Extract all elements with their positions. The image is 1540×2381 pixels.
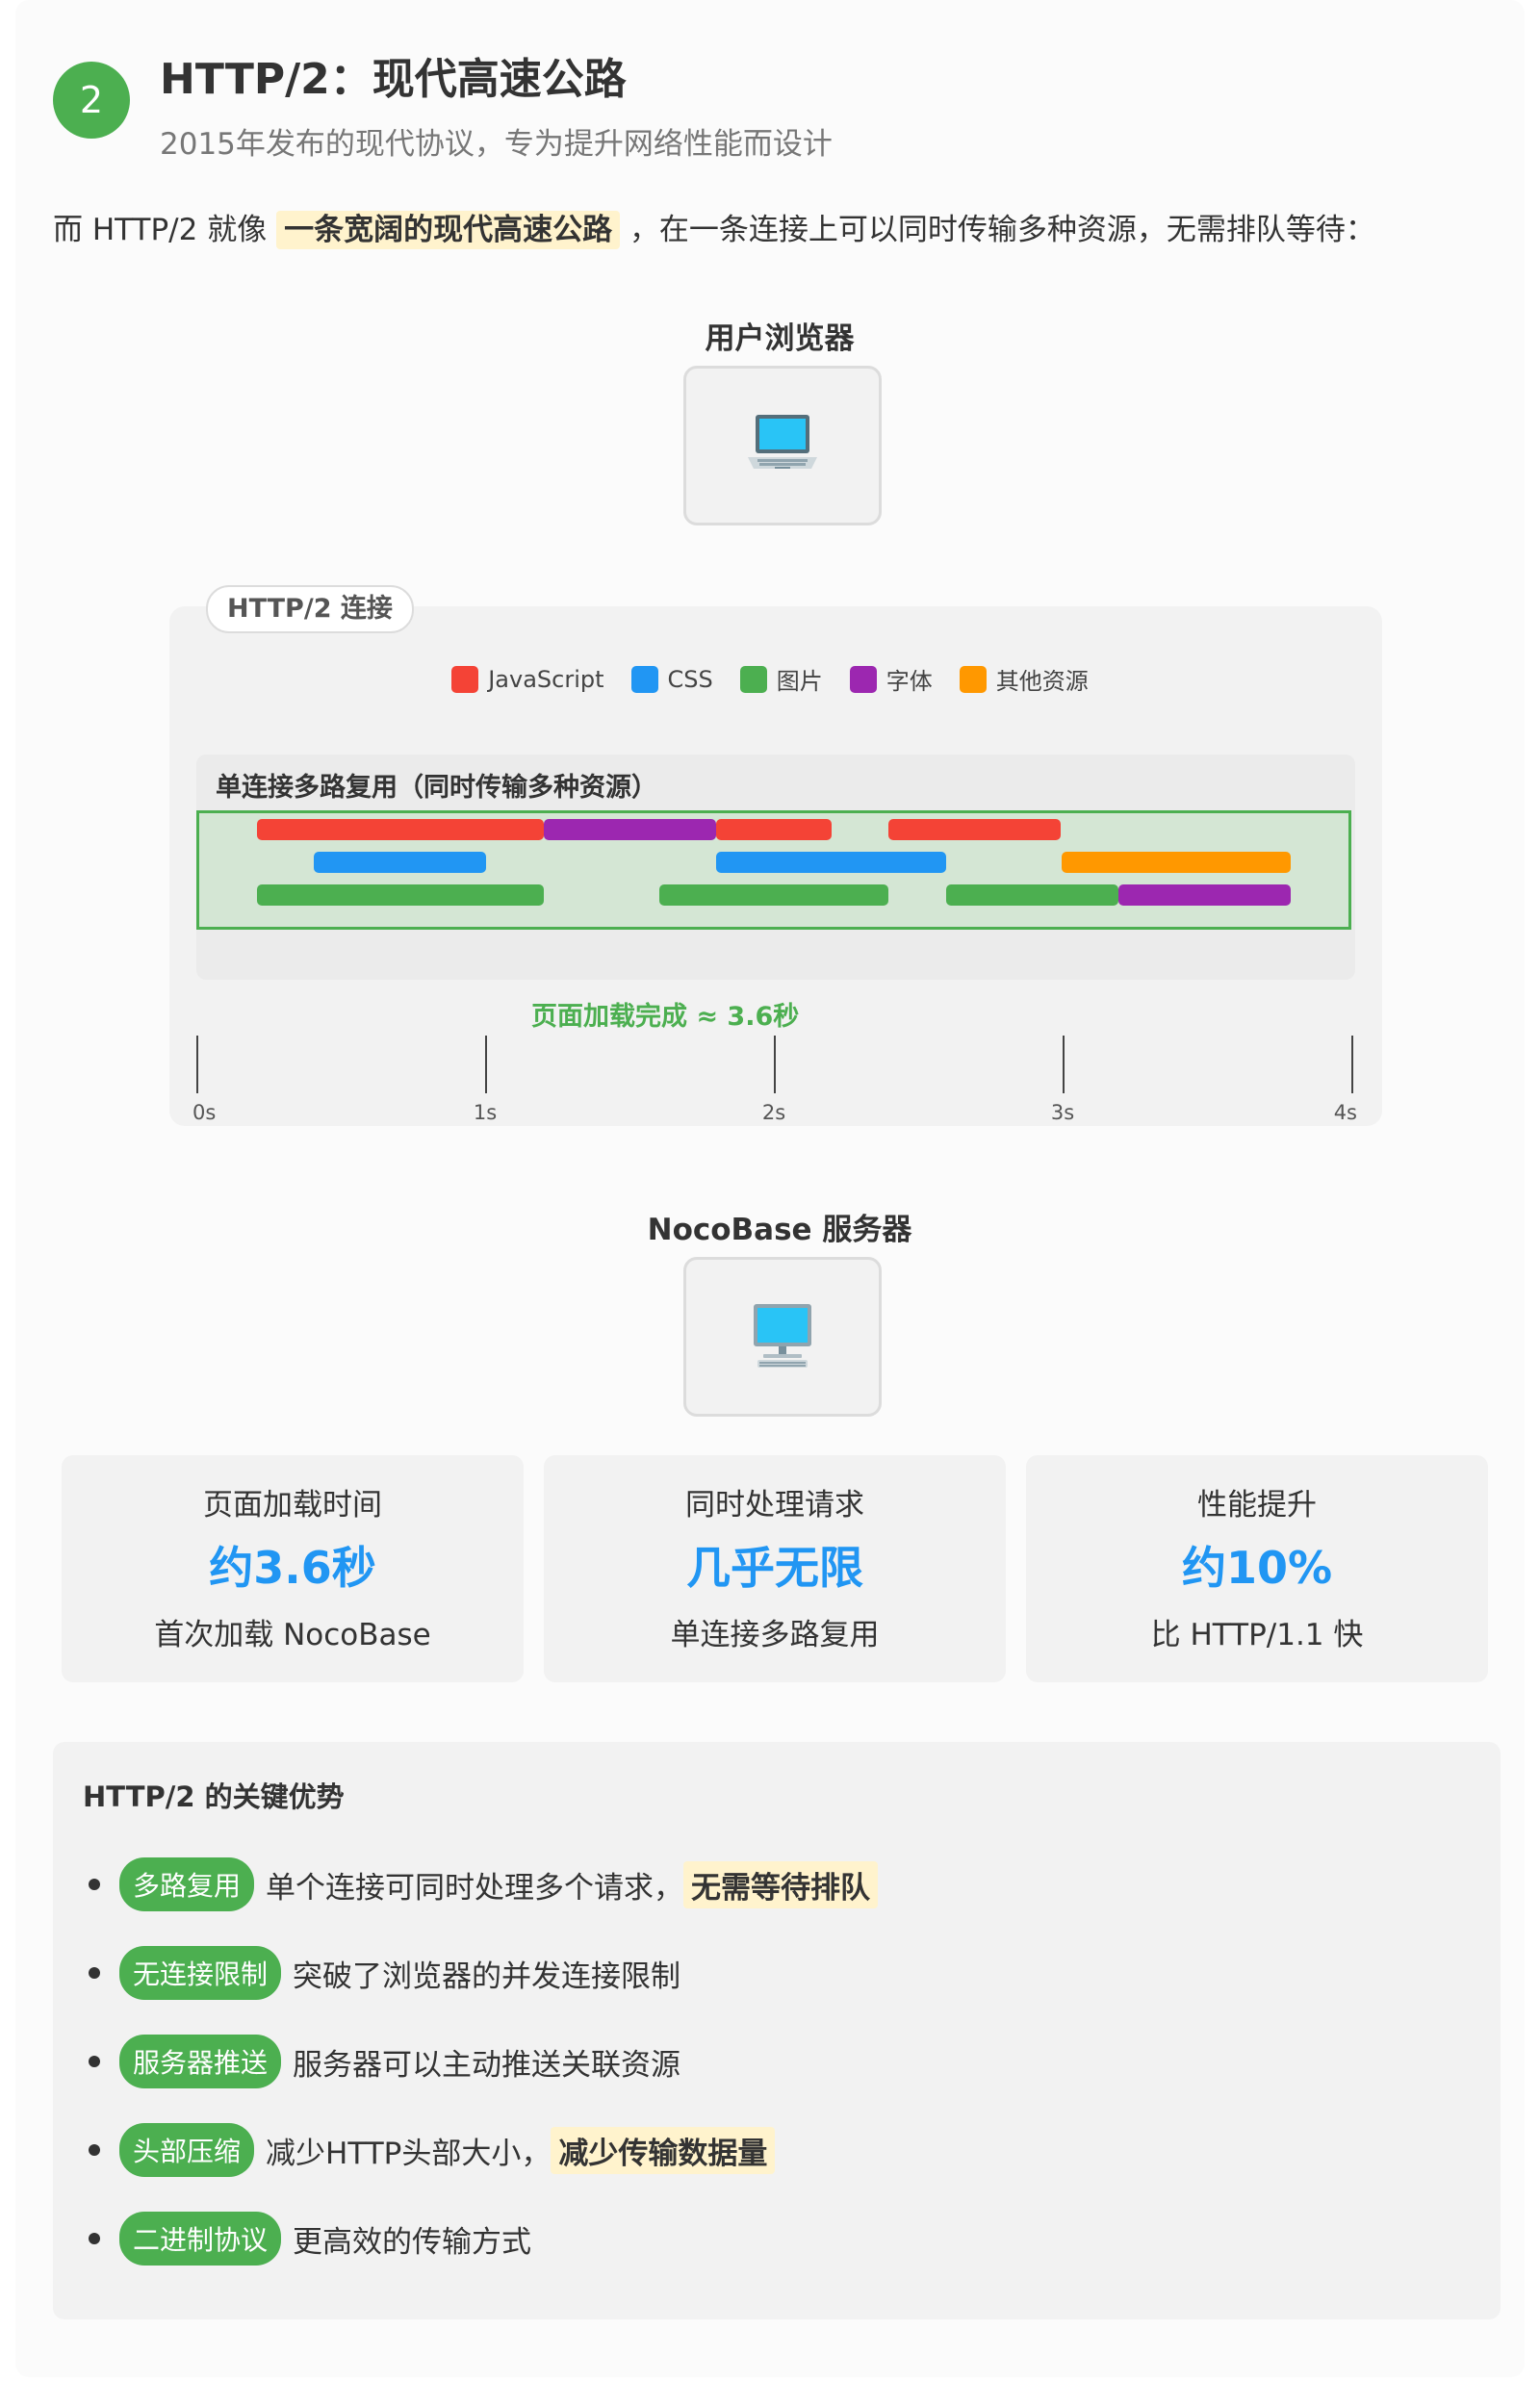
advantage-item: 服务器推送 服务器可以主动推送关联资源	[89, 2033, 680, 2090]
stat-value: 约10%	[1181, 1542, 1333, 1594]
advantage-text: 更高效的传输方式	[293, 2224, 532, 2260]
axis-tick-label: 2s	[761, 1101, 786, 1124]
legend-label: 字体	[886, 668, 933, 695]
axis-tick-label: 3s	[1050, 1101, 1075, 1124]
stat-label: 页面加载时间	[203, 1488, 382, 1523]
intro-highlight: 一条宽阔的现代高速公路	[276, 211, 621, 249]
legend-item: 图片	[739, 662, 823, 696]
timeline-bar-JavaScript	[716, 819, 832, 840]
server-label: NocoBase 服务器	[647, 1213, 912, 1247]
legend-item: JavaScript	[451, 662, 604, 696]
advantage-item: 多路复用 单个连接可同时处理多个请求， 无需等待排队	[89, 1856, 879, 1913]
client-label: 用户浏览器	[705, 321, 855, 356]
stat-value: 几乎无限	[686, 1542, 863, 1594]
bullet	[89, 2233, 100, 2244]
advantage-item: 头部压缩 减少HTTP头部大小， 减少传输数据量	[89, 2121, 776, 2179]
legend-item: 其他资源	[959, 662, 1089, 696]
client-device-box	[683, 366, 882, 525]
timeline-bar-字体	[1118, 884, 1292, 906]
axis-tick-label: 0s	[192, 1101, 217, 1124]
axis-tick-label: 4s	[1333, 1101, 1357, 1124]
legend-swatch	[959, 665, 987, 693]
timeline-bar-CSS	[716, 852, 947, 873]
stat-desc: 比 HTTP/1.1 快	[1150, 1618, 1364, 1652]
axis-tick	[1351, 1036, 1353, 1093]
legend-label: 图片	[776, 668, 823, 695]
advantage-text: 突破了浏览器的并发连接限制	[293, 1959, 681, 1994]
stat-label: 性能提升	[1197, 1488, 1317, 1523]
intro-paragraph: 而 HTTP/2 就像 一条宽阔的现代高速公路 ，在一条连接上可以同时传输多种资…	[53, 206, 1375, 254]
stat-value: 约3.6秒	[209, 1542, 376, 1594]
legend-label: JavaScript	[488, 665, 604, 693]
legend-item: CSS	[630, 662, 713, 696]
legend-swatch	[630, 665, 658, 693]
connection-tag: HTTP/2 连接	[206, 585, 414, 633]
timeline-bar-图片	[946, 884, 1119, 906]
lane-title: 单连接多路复用（同时传输多种资源）	[216, 773, 657, 803]
timeline-bar-JavaScript	[888, 819, 1062, 840]
bullet	[89, 2056, 100, 2067]
section-subtitle: 2015年发布的现代协议，专为提升网络性能而设计	[160, 127, 833, 162]
advantage-item: 二进制协议 更高效的传输方式	[89, 2210, 531, 2267]
advantage-tag: 服务器推送	[119, 2035, 282, 2088]
timeline-bar-图片	[256, 884, 545, 906]
bullet	[89, 1967, 100, 1979]
advantage-text: 减少HTTP头部大小，	[266, 2136, 552, 2171]
axis-tick	[196, 1036, 198, 1093]
timeline-bar-CSS	[314, 852, 487, 873]
laptop-icon	[742, 403, 823, 488]
advantages-title: HTTP/2 的关键优势	[83, 1780, 345, 1813]
advantage-highlight: 无需等待排队	[683, 1860, 879, 1908]
timeline-bar-字体	[544, 819, 717, 840]
intro-text-after: ，在一条连接上可以同时传输多种资源，无需排队等待：	[629, 213, 1375, 247]
advantage-text: 单个连接可同时处理多个请求，	[266, 1870, 684, 1906]
desktop-computer-icon	[742, 1294, 823, 1379]
step-number-badge: 2	[53, 62, 130, 139]
advantage-tag: 无连接限制	[119, 1946, 282, 2000]
stat-label: 同时处理请求	[685, 1488, 864, 1523]
timeline-bar-JavaScript	[256, 819, 545, 840]
stat-card-performance: 性能提升 约10% 比 HTTP/1.1 快	[1026, 1455, 1488, 1682]
advantage-item: 无连接限制 突破了浏览器的并发连接限制	[89, 1944, 680, 2002]
intro-text-before: 而 HTTP/2 就像	[53, 213, 268, 247]
advantage-tag: 多路复用	[119, 1857, 255, 1911]
axis-tick	[1063, 1036, 1065, 1093]
page-load-complete-label: 页面加载完成 ≈ 3.6秒	[531, 1002, 800, 1032]
legend-swatch	[451, 665, 479, 693]
advantage-text: 服务器可以主动推送关联资源	[293, 2047, 681, 2083]
timeline-bar-图片	[658, 884, 889, 906]
bullet	[89, 2144, 100, 2156]
timeline-bar-其他资源	[1061, 852, 1292, 873]
stat-desc: 单连接多路复用	[670, 1618, 880, 1652]
legend-swatch	[849, 665, 877, 693]
axis-tick-label: 1s	[473, 1101, 498, 1124]
legend-label: CSS	[667, 665, 713, 693]
advantage-tag: 二进制协议	[119, 2212, 282, 2266]
stat-card-concurrent-requests: 同时处理请求 几乎无限 单连接多路复用	[544, 1455, 1006, 1682]
legend-swatch	[739, 665, 767, 693]
axis-tick	[774, 1036, 776, 1093]
server-device-box	[683, 1257, 882, 1417]
bullet	[89, 1879, 100, 1890]
time-axis: 0s 1s 2s 3s 4s	[192, 1036, 1357, 1124]
axis-tick	[485, 1036, 487, 1093]
chart-legend: JavaScript CSS 图片 字体 其他资源	[0, 662, 1540, 696]
section-title: HTTP/2：现代高速公路	[160, 55, 627, 104]
advantage-tag: 头部压缩	[119, 2123, 255, 2177]
legend-label: 其他资源	[995, 668, 1089, 695]
stat-card-load-time: 页面加载时间 约3.6秒 首次加载 NocoBase	[62, 1455, 524, 1682]
multiplex-lane	[196, 810, 1351, 930]
legend-item: 字体	[849, 662, 933, 696]
advantage-highlight: 减少传输数据量	[551, 2126, 776, 2174]
stat-desc: 首次加载 NocoBase	[154, 1618, 431, 1652]
